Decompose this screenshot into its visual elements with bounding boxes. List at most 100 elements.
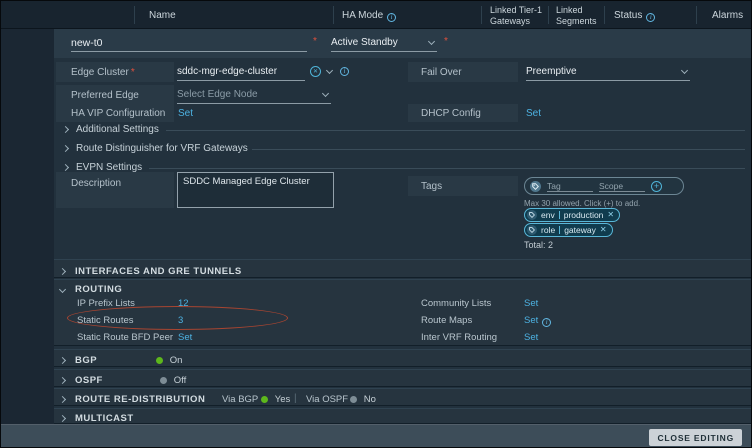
section-bgp: BGP On — [54, 349, 752, 367]
chevron-right-icon — [59, 357, 66, 364]
column-divider — [333, 6, 334, 24]
section-ospf: OSPF Off — [54, 369, 752, 387]
info-icon[interactable]: i — [387, 13, 396, 22]
chevron-right-icon — [59, 377, 66, 384]
tag-value: production — [564, 210, 604, 220]
community-lists-set-link[interactable]: Set — [524, 298, 538, 309]
interfaces-section-header[interactable]: INTERFACES AND GRE TUNNELS — [60, 266, 242, 277]
via-bgp-label: Via BGP — [222, 394, 258, 405]
static-route-bfd-set-link[interactable]: Set — [178, 332, 192, 343]
section-multicast: MULTICAST — [54, 408, 752, 424]
tags-total: Total: 2 — [524, 240, 553, 250]
column-header-linked-t1: Linked Tier-1 Gateways — [490, 5, 545, 28]
description-textarea[interactable] — [177, 172, 334, 208]
column-divider — [134, 6, 135, 24]
tag-icon — [527, 225, 537, 235]
nsx-gateway-edit-screen: Name HA Modei Linked Tier-1 Gateways Lin… — [0, 0, 752, 448]
column-header-name: Name — [149, 10, 176, 21]
multicast-section-header[interactable]: MULTICAST — [60, 413, 134, 424]
chevron-down-icon — [428, 37, 435, 44]
edge-cluster-label: Edge Cluster* — [71, 67, 135, 78]
description-label: Description — [71, 178, 121, 189]
column-header-linked-segments: Linked Segments — [556, 5, 604, 28]
chevron-down-icon — [681, 66, 688, 73]
tag-input[interactable] — [547, 180, 593, 192]
redistribution-divider: | — [294, 393, 297, 404]
column-header-ha-mode: HA Modei — [342, 10, 396, 22]
gateway-row: * Active Standby * — [1, 29, 752, 58]
status-yes-dot — [261, 396, 268, 403]
info-icon[interactable]: i — [646, 13, 655, 22]
tags-helper-text: Max 30 allowed. Click (+) to add. — [524, 199, 640, 208]
route-distinguisher-expander[interactable]: Route Distinguisher for VRF Gateways — [63, 143, 248, 154]
edit-form: Edge Cluster* sddc-mgr-edge-cluster ✕ i … — [54, 58, 752, 259]
via-ospf-label: Via OSPF — [306, 394, 348, 405]
chevron-right-icon — [62, 126, 69, 133]
ha-mode-select[interactable]: Active Standby — [331, 34, 437, 52]
ha-vip-set-link[interactable]: Set — [178, 108, 193, 119]
close-editing-button[interactable]: CLOSE EDITING — [649, 429, 742, 446]
bgp-section-header[interactable]: BGP — [60, 355, 97, 366]
ha-vip-label: HA VIP Configuration — [71, 108, 165, 119]
tag-chip: env production ✕ — [524, 208, 620, 222]
edge-cluster-icons: ✕ i — [310, 66, 349, 77]
routing-section-header[interactable]: ROUTING — [60, 284, 122, 295]
info-icon[interactable]: i — [340, 67, 349, 76]
add-tag-icon[interactable]: + — [651, 181, 662, 192]
scope-input[interactable] — [599, 180, 645, 192]
status-off-dot — [160, 377, 167, 384]
preferred-edge-label: Preferred Edge — [71, 90, 139, 101]
table-header: Name HA Modei Linked Tier-1 Gateways Lin… — [1, 1, 752, 29]
tag-chip: role gateway ✕ — [524, 223, 613, 237]
column-divider — [548, 6, 549, 24]
ip-prefix-lists-value[interactable]: 12 — [178, 298, 189, 309]
clear-icon[interactable]: ✕ — [310, 66, 321, 77]
column-header-alarms: Alarms — [712, 10, 743, 21]
info-icon[interactable]: i — [542, 318, 551, 327]
fail-over-select[interactable]: Preemptive — [526, 63, 690, 81]
column-header-status: Statusi — [614, 10, 655, 22]
chip-divider — [559, 226, 560, 234]
additional-settings-expander[interactable]: Additional Settings — [63, 124, 159, 135]
fail-over-label: Fail Over — [421, 67, 462, 78]
bgp-status: On — [156, 355, 182, 366]
chevron-down-icon[interactable] — [326, 66, 333, 73]
tag-scope: role — [541, 225, 555, 235]
inter-vrf-set-link[interactable]: Set — [524, 332, 538, 343]
status-no-dot — [350, 396, 357, 403]
via-ospf-status: No — [350, 394, 376, 405]
required-asterisk: * — [444, 36, 448, 47]
edge-cluster-combobox[interactable]: sddc-mgr-edge-cluster — [177, 63, 305, 81]
static-routes-label: Static Routes — [77, 315, 134, 326]
route-maps-set-link[interactable]: Seti — [524, 315, 551, 327]
redistribution-section-header[interactable]: ROUTE RE-DISTRIBUTION — [60, 394, 205, 405]
tag-icon — [527, 210, 537, 220]
chevron-right-icon — [59, 415, 66, 422]
remove-tag-icon[interactable]: ✕ — [607, 211, 614, 219]
divider — [166, 130, 745, 131]
column-divider — [604, 6, 605, 24]
gateway-name-input[interactable] — [71, 34, 307, 52]
tag-value: gateway — [564, 225, 596, 235]
chevron-right-icon — [62, 145, 69, 152]
section-routing: ROUTING IP Prefix Lists 12 Static Routes… — [54, 279, 752, 346]
chevron-down-icon — [59, 286, 66, 293]
dhcp-set-link[interactable]: Set — [526, 108, 541, 119]
chevron-down-icon — [322, 89, 329, 96]
preferred-edge-select[interactable]: Select Edge Node — [177, 86, 331, 104]
static-route-bfd-label: Static Route BFD Peer — [77, 332, 173, 343]
chevron-right-icon — [59, 396, 66, 403]
ospf-section-header[interactable]: OSPF — [60, 375, 103, 386]
required-asterisk: * — [313, 36, 317, 47]
divider — [149, 168, 745, 169]
footer-bar: CLOSE EDITING — [1, 424, 752, 448]
tag-scope: env — [541, 210, 555, 220]
ospf-status: Off — [160, 375, 186, 386]
chevron-right-icon — [59, 268, 66, 275]
via-bgp-status: Yes — [261, 394, 290, 405]
chevron-right-icon — [62, 164, 69, 171]
tag-input-pill: + — [524, 177, 684, 195]
static-routes-value[interactable]: 3 — [178, 315, 183, 326]
inter-vrf-routing-label: Inter VRF Routing — [421, 332, 497, 343]
remove-tag-icon[interactable]: ✕ — [600, 226, 607, 234]
